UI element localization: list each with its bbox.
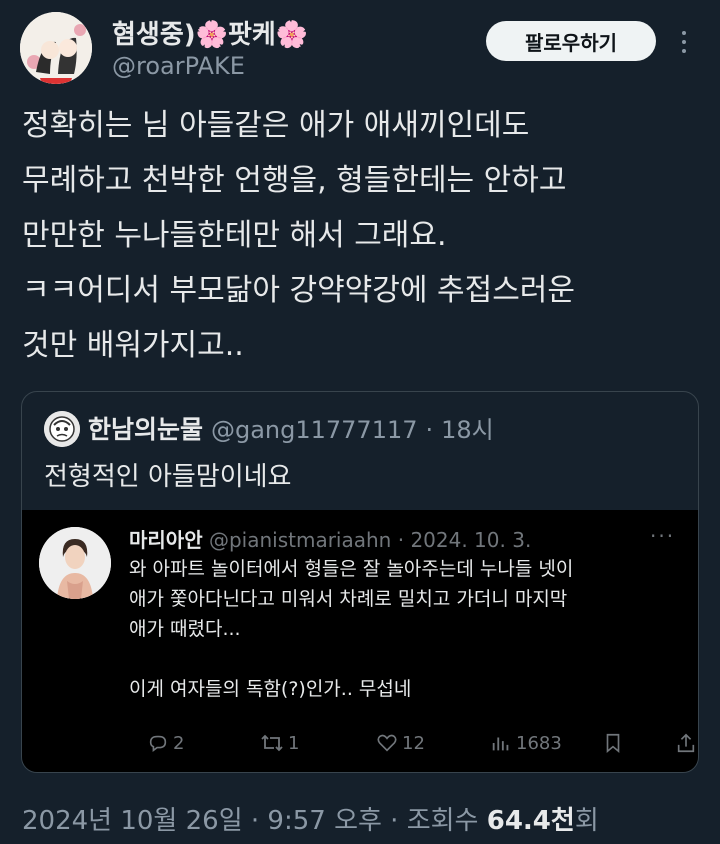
embedded-bookmark [603, 732, 623, 754]
quote-attached-image[interactable]: 마리아안 @pianistmariaahn · 2024. 10. 3. ···… [22, 510, 698, 772]
embedded-more-icon: ··· [650, 524, 676, 548]
quote-author-name: 한남의눈물 [88, 415, 204, 444]
embedded-share [675, 732, 697, 754]
embedded-author-handle: @pianistmariaahn [208, 528, 392, 552]
embedded-retweet: 1 [260, 732, 299, 754]
tweet-timestamp[interactable]: 2024년 10월 26일 · 9:57 오후 · 조회수 [22, 806, 487, 836]
reply-icon [149, 735, 167, 752]
tweet-header: 혐생중)🌸팟케🌸 @roarPAKE 팔로우하기 [0, 0, 720, 90]
quote-time: 18시 [441, 416, 494, 444]
embedded-reply-count: 2 [173, 732, 185, 754]
embedded-view-count: 1683 [516, 732, 562, 754]
quote-separator: · [425, 416, 434, 444]
tweet-meta: 2024년 10월 26일 · 9:57 오후 · 조회수 64.4천회 [22, 800, 599, 837]
follow-button[interactable]: 팔로우하기 [486, 21, 656, 61]
tweet-text: 정확히는 님 아들같은 애가 애새끼인데도 무례하고 천박한 언행을, 형들한테… [22, 108, 576, 363]
retweet-icon [261, 734, 283, 752]
more-vertical-icon[interactable] [674, 28, 694, 56]
embedded-author-name: 마리아안 [129, 528, 203, 552]
quote-header: 한남의눈물 @gang11777117 · 18시 [88, 410, 494, 446]
quote-author-handle: @gang11777117 [210, 416, 418, 444]
like-icon [377, 734, 397, 752]
embedded-date: 2024. 10. 3. [410, 528, 532, 552]
embedded-views: 1683 [490, 732, 562, 754]
author-handle[interactable]: @roarPAKE [112, 52, 245, 80]
author-avatar[interactable] [20, 12, 92, 84]
embedded-action-bar: 2 1 12 1683 [129, 732, 695, 758]
embedded-separator: · [397, 528, 405, 552]
embedded-header: 마리아안 @pianistmariaahn · 2024. 10. 3. [129, 524, 531, 553]
share-icon [677, 733, 695, 753]
tweet-view-suffix: 회 [574, 806, 599, 836]
author-display-name[interactable]: 혐생중)🌸팟케🌸 [112, 14, 308, 51]
embedded-reply: 2 [147, 732, 184, 754]
views-icon [492, 737, 509, 751]
embedded-retweet-count: 1 [288, 732, 300, 754]
quoted-tweet[interactable]: 한남의눈물 @gang11777117 · 18시 전형적인 아들맘이네요 마리… [21, 391, 699, 773]
quote-text: 전형적인 아들맘이네요 [44, 462, 292, 492]
quote-author-avatar [44, 411, 80, 447]
embedded-like: 12 [376, 732, 425, 754]
embedded-text: 와 아파트 놀이터에서 형들은 잘 놀아주는데 누나들 넷이 애가 쫓아다닌다고… [129, 558, 574, 700]
embedded-like-count: 12 [402, 732, 425, 754]
embedded-author-avatar [39, 527, 111, 599]
bookmark-icon [606, 733, 620, 754]
tweet-view-count: 64.4천 [486, 806, 575, 836]
